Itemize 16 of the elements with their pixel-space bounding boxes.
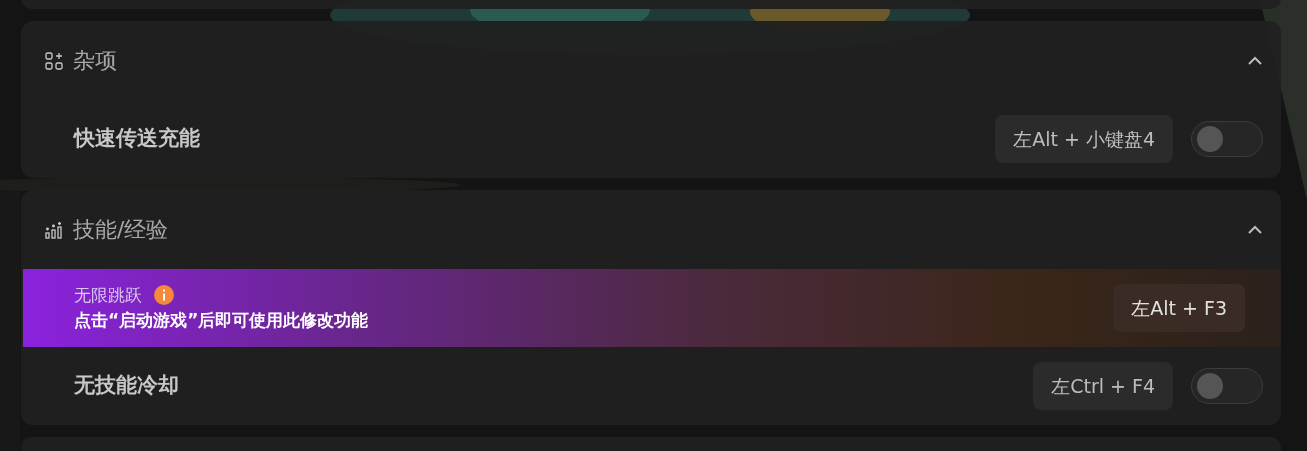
toggle-switch[interactable] xyxy=(1191,368,1263,404)
hotkey-button[interactable]: 左Ctrl + F4 xyxy=(1033,362,1173,410)
option-label: 无技能冷却 xyxy=(74,372,179,400)
toggle-switch[interactable] xyxy=(1191,121,1263,157)
option-label: 无限跳跃 xyxy=(74,283,142,307)
collapse-icon[interactable] xyxy=(1247,224,1263,235)
notice-text: 点击“启动游戏”后即可使用此修改功能 xyxy=(74,309,369,332)
section-title: 技能/经验 xyxy=(73,216,169,244)
hotkey-button[interactable]: 左Alt + F3 xyxy=(1113,284,1245,332)
section-icon xyxy=(45,51,63,70)
section-icon xyxy=(45,220,63,239)
collapse-icon[interactable] xyxy=(1247,55,1263,66)
section-title: 杂项 xyxy=(73,47,117,75)
info-icon[interactable] xyxy=(154,285,174,306)
hotkey-button[interactable]: 左Alt + 小键盘4 xyxy=(995,115,1173,163)
option-label: 快速传送充能 xyxy=(74,125,200,153)
